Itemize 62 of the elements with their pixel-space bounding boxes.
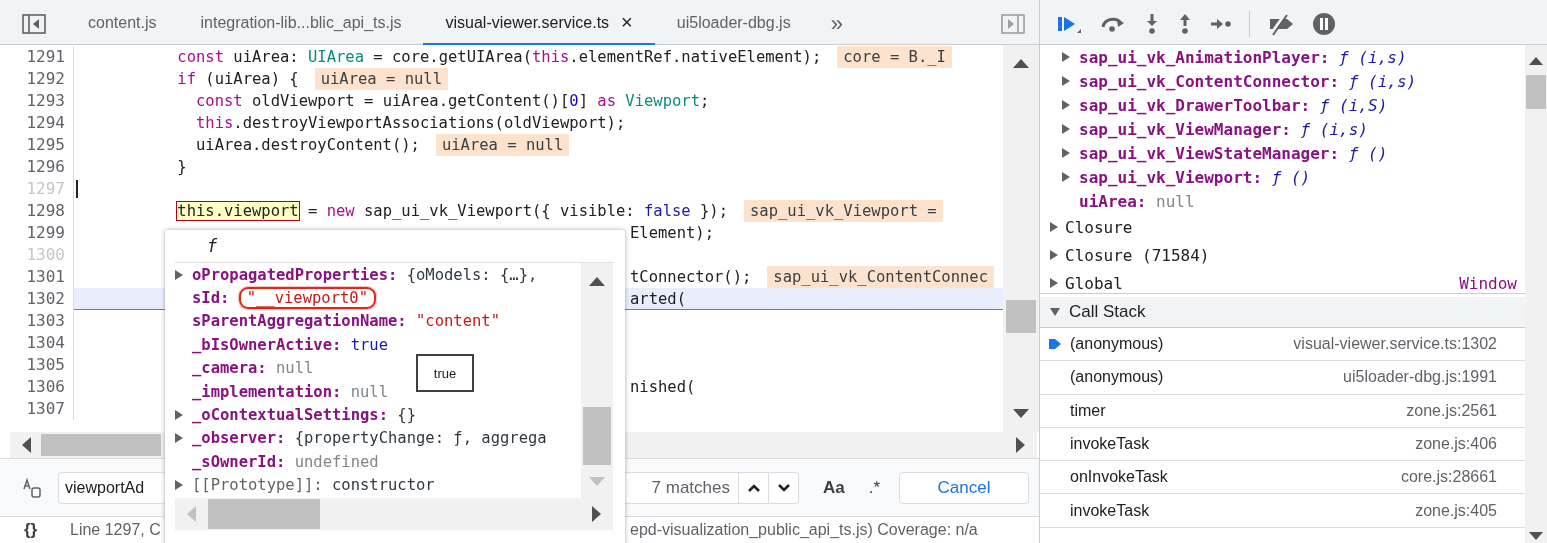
variable-entry: sap_ui_vk_Viewport: ƒ () [1079,167,1311,187]
section-title: Call Stack [1069,302,1146,322]
match-count: 7 matches [638,471,738,504]
function-name: (anonymous) [1070,368,1164,387]
function-name: (anonymous) [1070,335,1164,354]
line-number: 1303 [8,310,74,332]
inline-value: uiArea = null [314,68,448,90]
line-number: 1294 [8,112,74,134]
property-entry: _implementation: null [192,382,388,401]
variable-entry: sap_ui_vk_ViewManager: ƒ (i,s) [1079,119,1368,139]
code-line: } [176,157,187,178]
code-line: const oldViewport = uiArea.getContent()[0] as Viewport; [195,91,710,112]
property-entry: _bIsOwnerActive: true [192,335,388,354]
code-line: nished( [630,377,696,398]
variable-entry: uiArea: null [1079,191,1195,211]
code-line: arted( [630,288,686,310]
line-number: 1305 [8,354,74,376]
property-entry: _observer: {propertyChange: ƒ, aggrega [192,429,547,448]
popover-title: f [207,236,218,256]
function-name: onInvokeTask [1070,468,1168,487]
property-entry: _oContextualSettings: {} [192,406,416,425]
line-number: 1297 [8,178,74,200]
line-number: 1304 [8,332,74,354]
code-line: this.destroyViewportAssociations(oldViewport); [195,113,626,134]
code-line: const uiArea: UIArea = core.getUIArea(this.elementRef.nativeElement); [176,47,822,68]
property-entry: oPropagatedProperties: {oModels: {…}, [192,265,538,284]
line-number: 1300 [8,244,74,266]
property-entry: sParentAggregationName: "content" [192,312,500,331]
line-number: 1295 [8,134,74,156]
line-number: 1298 [8,200,74,222]
line-number: 1307 [8,398,74,420]
cursor-position: Line 1297, C [70,521,162,539]
inline-value: sap_ui_vk_Viewport = [744,200,943,222]
function-name: invokeTask [1070,501,1150,520]
code-line: if (uiArea) { [176,69,299,90]
property-entry: [[Prototype]]: constructor [192,476,435,495]
code-line: this.viewport = new sap_ui_vk_Viewport({ visible: false }); [176,201,728,222]
line-number: 1296 [8,156,74,178]
variable-entry: sap_ui_vk_AnimationPlayer: ƒ (i,s) [1079,47,1407,67]
property-entry: sId: "__viewport0" [192,289,376,308]
code-line: uiArea.destroyContent(); [195,135,420,156]
line-number: 1301 [8,266,74,288]
inline-value: uiArea = null [435,134,570,156]
variable-entry: sap_ui_vk_ContentConnector: ƒ (i,s) [1079,71,1417,91]
status-text: epd-visualization_public_api_ts.js) Coverage: n/a [630,521,978,539]
property-entry: _camera: null [192,359,314,378]
variable-entry: sap_ui_vk_ViewStateManager: ƒ () [1079,143,1388,163]
function-name: invokeTask [1070,435,1150,454]
line-number: 1291 [8,46,74,68]
code-line: Element); [630,223,714,244]
inline-value: sap_ui_vk_ContentConnec [767,266,994,288]
line-number: 1293 [8,90,74,112]
line-number: 1306 [8,376,74,398]
tooltip: true [416,354,474,392]
property-entry: _sOwnerId: undefined [192,452,379,471]
code-line: tConnector(); [630,267,752,288]
variable-entry: sap_ui_vk_DrawerToolbar: ƒ (i,S) [1079,95,1388,115]
line-number: 1299 [8,222,74,244]
line-number: 1292 [8,68,74,90]
function-name: timer [1070,401,1106,420]
inline-value: core = B._I [837,46,952,68]
scope-value: Window [1459,273,1518,293]
